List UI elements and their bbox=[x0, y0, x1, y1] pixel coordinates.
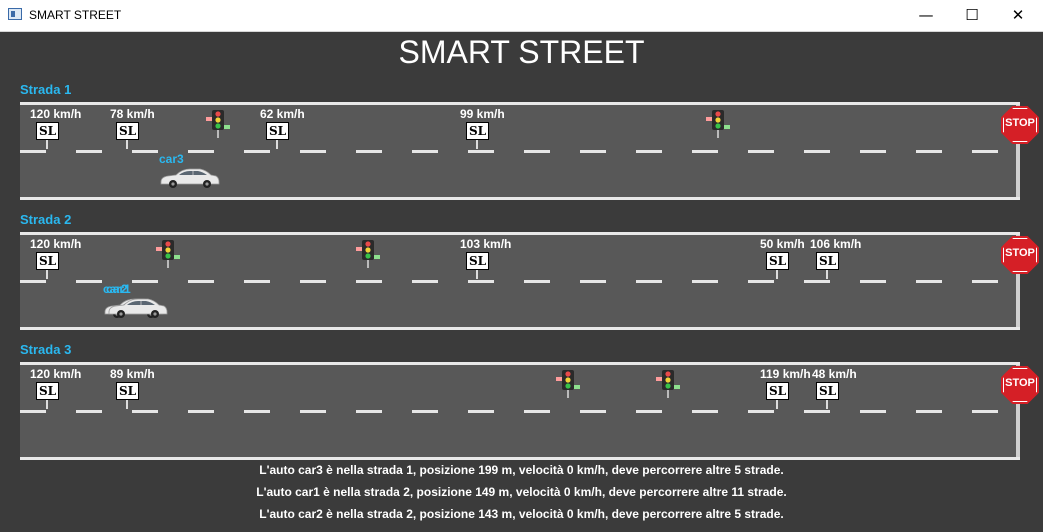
speed-limit-value: 78 km/h bbox=[110, 107, 155, 121]
speed-limit-sign-icon: SL bbox=[36, 382, 59, 400]
speed-limit-sign-icon: SL bbox=[816, 252, 839, 270]
speed-limit-sign-icon: SL bbox=[116, 122, 139, 140]
speed-limit-value: 106 km/h bbox=[810, 237, 862, 251]
street-1-label: Strada 1 bbox=[20, 82, 72, 97]
minimize-button[interactable]: — bbox=[903, 0, 949, 31]
speed-limit-value: 120 km/h bbox=[30, 237, 82, 251]
speed-limit-sign-icon: SL bbox=[116, 382, 139, 400]
speed-limit-value: 99 km/h bbox=[460, 107, 505, 121]
speed-limit-sign-icon: SL bbox=[766, 252, 789, 270]
close-button[interactable]: ✕ bbox=[995, 0, 1041, 31]
speed-limit-sign-icon: SL bbox=[266, 122, 289, 140]
traffic-light-icon bbox=[706, 108, 732, 138]
street-2-label: Strada 2 bbox=[20, 212, 72, 227]
lane-divider bbox=[20, 410, 1020, 413]
app-window-icon bbox=[8, 8, 22, 20]
car-icon[interactable] bbox=[106, 297, 168, 319]
speed-limit-value: 89 km/h bbox=[110, 367, 155, 381]
stop-sign-icon: STOP bbox=[1001, 366, 1039, 404]
speed-limit-value: 119 km/h bbox=[760, 367, 811, 381]
app-title: SMART STREET bbox=[398, 34, 645, 70]
traffic-light-icon bbox=[206, 108, 232, 138]
speed-limit-sign-icon: SL bbox=[466, 122, 489, 140]
speed-limit-value: 120 km/h bbox=[30, 367, 82, 381]
speed-limit-value: 62 km/h bbox=[260, 107, 305, 121]
car-icon[interactable] bbox=[158, 167, 220, 189]
traffic-light-icon bbox=[656, 368, 682, 398]
traffic-light-icon bbox=[556, 368, 582, 398]
maximize-button[interactable]: ☐ bbox=[949, 0, 995, 31]
stop-sign-icon: STOP bbox=[1001, 106, 1039, 144]
status-message: L'auto car2 è nella strada 2, posizione … bbox=[259, 507, 784, 521]
traffic-light-icon bbox=[156, 238, 182, 268]
speed-limit-value: 50 km/h bbox=[760, 237, 805, 251]
traffic-light-icon bbox=[356, 238, 382, 268]
speed-limit-sign-icon: SL bbox=[36, 252, 59, 270]
status-message: L'auto car3 è nella strada 1, posizione … bbox=[259, 463, 784, 477]
speed-limit-sign-icon: SL bbox=[766, 382, 789, 400]
car-label: car3 bbox=[159, 152, 184, 166]
speed-limit-sign-icon: SL bbox=[466, 252, 489, 270]
window-title: SMART STREET bbox=[29, 8, 122, 22]
speed-limit-value: 48 km/h bbox=[812, 367, 857, 381]
street-3-label: Strada 3 bbox=[20, 342, 72, 357]
speed-limit-value: 103 km/h bbox=[460, 237, 512, 251]
car-label: car1 bbox=[106, 282, 131, 296]
road-3 bbox=[20, 362, 1020, 460]
speed-limit-sign-icon: SL bbox=[816, 382, 839, 400]
lane-divider bbox=[20, 280, 1020, 283]
speed-limit-value: 120 km/h bbox=[30, 107, 82, 121]
status-message: L'auto car1 è nella strada 2, posizione … bbox=[256, 485, 787, 499]
stop-sign-icon: STOP bbox=[1001, 236, 1039, 274]
window-titlebar: SMART STREET — ☐ ✕ bbox=[0, 0, 1043, 32]
speed-limit-sign-icon: SL bbox=[36, 122, 59, 140]
